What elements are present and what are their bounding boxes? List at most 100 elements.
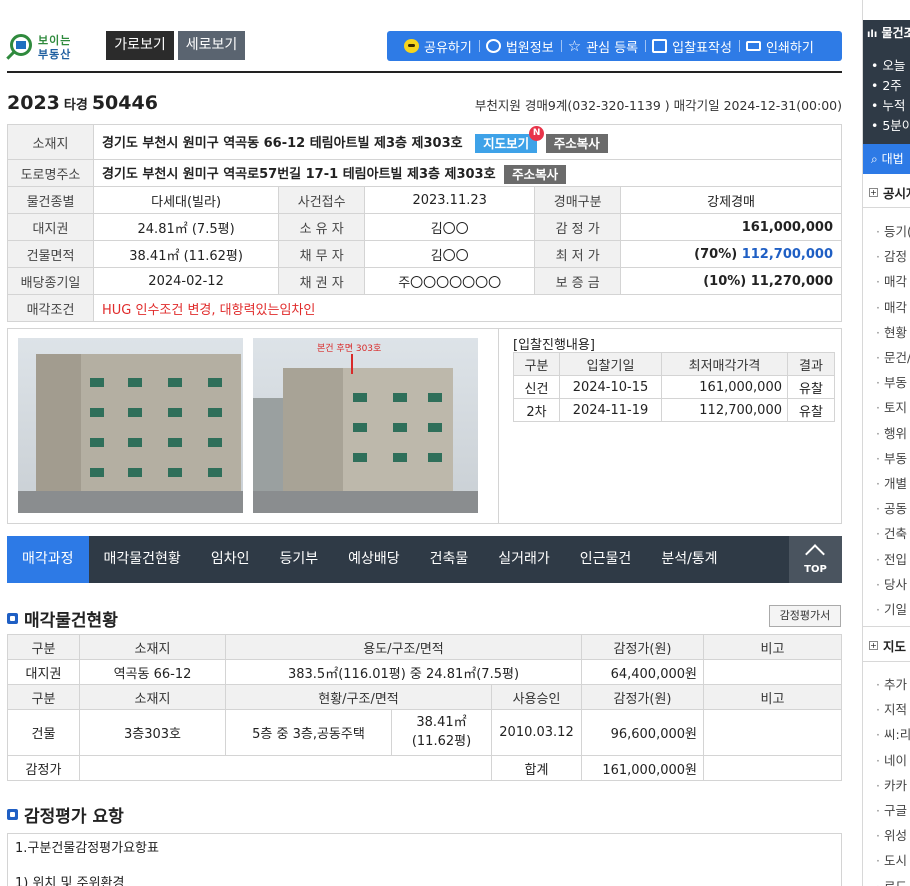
side-section-map[interactable]: + 지도 [869,636,906,655]
court-info-button[interactable]: 법원정보 [478,31,561,61]
print-button[interactable]: 인쇄하기 [738,31,821,61]
property-photo-rear[interactable]: 본건 후면 303호 [253,338,478,513]
side-link-item[interactable]: 로드 [876,876,907,886]
building-note [703,709,842,756]
info-value: 38.41㎡ (11.62평) [92,240,280,268]
bid-row: 2차 2024-11-19 112,700,000 유찰 [513,398,835,422]
land-location: 역곡동 66-12 [79,659,226,685]
side-link-item[interactable]: 행위 [876,423,907,442]
appraisal-summary-box: 1.구분건물감정평가요항표 1) 위치 및 주위환경 [7,833,842,886]
copy-address-button[interactable]: 주소복사 [545,133,608,153]
bid-header: 구분 [513,352,560,376]
bid-date: 2024-10-15 [559,375,662,399]
side-link-item[interactable]: 당사 [876,574,907,593]
info-value: 다세대(빌라) [92,186,280,214]
side-link-item[interactable]: 위성 [876,825,907,844]
court-info-label: 법원정보 [505,40,554,56]
side-link-item[interactable]: 부동 [876,372,907,391]
info-label: 최 저 가 [534,240,622,268]
side-section-public-docs[interactable]: +공시자 [869,183,910,202]
table-header: 비고 [703,684,842,710]
favorite-button[interactable]: ☆ 관심 등록 [560,31,645,61]
scroll-top-button[interactable]: TOP [789,536,842,583]
case-year: 2023 [7,92,60,114]
tab-sale-process[interactable]: 매각과정 [7,536,89,583]
case-number: 50446 [91,92,158,114]
side-link-item[interactable]: 개별 [876,473,907,492]
side-link-item[interactable]: 매각 [876,271,907,290]
tab-analysis[interactable]: 분석/통계 [646,536,732,583]
new-badge: N [529,125,545,141]
appraisal-report-button[interactable]: 감정평가서 [769,605,841,627]
horizontal-view-button[interactable]: 가로보기 [106,31,174,60]
side-link-item[interactable]: 부동 [876,448,907,467]
bid-result: 유찰 [787,375,835,399]
stat-item: • 누적 [871,98,906,113]
bid-round: 신건 [513,375,560,399]
info-label: 채 권 자 [278,267,366,295]
supreme-court-search-button[interactable]: ⌕ 대법 [863,144,910,174]
vertical-view-button[interactable]: 세로보기 [178,31,245,60]
court-sale-info: 부천지원 경매9계(032-320-1139 ) 매각기일 2024-12-31… [474,98,842,113]
deposit-value: (10%) 11,270,000 [620,267,842,295]
tab-nearby[interactable]: 인근물건 [565,536,647,583]
side-link-item[interactable]: 매각 [876,297,907,316]
side-link-item[interactable]: 카카 [876,775,907,794]
tab-transactions[interactable]: 실거래가 [483,536,565,583]
total-price: 161,000,000원 [581,755,704,781]
side-link-item[interactable]: 등기( [876,221,910,240]
bid-header: 결과 [787,352,835,376]
share-label: 공유하기 [424,40,472,56]
side-link-item[interactable]: 기일 [876,599,907,618]
tab-building[interactable]: 건축물 [415,536,484,583]
building-area: 38.41㎡ (11.62평) [391,709,492,756]
copy-road-address-button[interactable]: 주소복사 [504,164,567,184]
printer-icon [745,41,761,51]
table-row: 대지권 역곡동 66-12 383.5㎡(116.01평) 중 24.81㎡(7… [7,659,842,685]
side-link-item[interactable]: 건축 [876,523,907,542]
sale-condition: HUG 인수조건 변경, 대항력있는임차인 [93,294,842,322]
bid-form-button[interactable]: 입찰표작성 [645,31,739,61]
photo-panel-divider [498,328,499,524]
minimum-price-amount: 112,700,000 [741,246,833,262]
share-button[interactable]: 공유하기 [397,31,479,61]
tab-property-status[interactable]: 매각물건현황 [89,536,196,583]
side-link-item[interactable]: 네이 [876,750,907,769]
summary-line: 1.구분건물감정평가요항표 [15,841,159,856]
stat-item: • 2주 [871,78,902,93]
land-price: 64,400,000원 [581,659,704,685]
map-view-button[interactable]: 지도보기 N [475,125,545,153]
property-photo-front[interactable] [18,338,243,513]
side-link-item[interactable]: 추가 [876,674,907,693]
search-icon: ⌕ [871,152,878,166]
address-cell: 경기도 부천시 원미구 역곡동 66-12 테림아트빌 제3층 제303호 지도… [93,124,842,160]
side-link-item[interactable]: 문건/ [876,347,910,366]
tab-tenants[interactable]: 임차인 [196,536,265,583]
side-link-item[interactable]: 토지 [876,397,907,416]
side-link-item[interactable]: 씨:리 [876,724,910,743]
side-link-item[interactable]: 공동 [876,498,907,517]
building-structure: 5층 중 3층,공동주택 [225,709,392,756]
side-link-item[interactable]: 현황 [876,322,907,341]
info-label: 물건종별 [7,186,94,214]
tab-expected-dividend[interactable]: 예상배당 [333,536,415,583]
bid-date: 2024-11-19 [559,398,662,422]
side-link-item[interactable]: 구글 [876,800,907,819]
tab-registry[interactable]: 등기부 [264,536,333,583]
kakao-share-icon [404,39,419,53]
minimum-price: (70%) 112,700,000 [620,240,842,268]
info-label: 배당종기일 [7,267,94,295]
side-link-item[interactable]: 감정 [876,246,907,265]
building-location: 3층303호 [79,709,226,756]
info-label: 채 무 자 [278,240,366,268]
table-header: 현황/구조/면적 [225,684,492,710]
info-value: 김〇〇 [364,240,536,268]
side-link-item[interactable]: 전입 [876,549,907,568]
info-label: 대지권 [7,213,94,241]
chart-icon: ılı [867,29,878,40]
star-icon: ☆ [567,37,582,55]
side-link-item[interactable]: 도시 [876,850,907,869]
site-logo[interactable]: 보이는 부동산 [8,30,78,64]
info-label: 건물면적 [7,240,94,268]
side-link-item[interactable]: 지적 [876,699,907,718]
